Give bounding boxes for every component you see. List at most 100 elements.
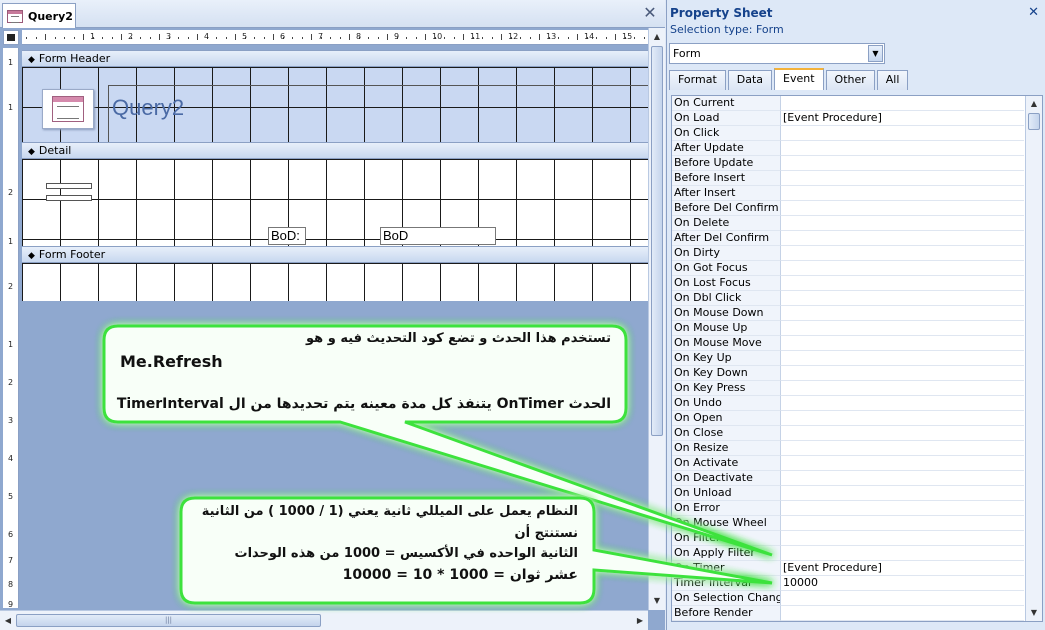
- property-value[interactable]: [781, 396, 1024, 411]
- property-value[interactable]: [781, 216, 1024, 231]
- property-row[interactable]: On Click: [672, 126, 1024, 141]
- property-value[interactable]: [781, 471, 1024, 486]
- property-row[interactable]: On Resize: [672, 441, 1024, 456]
- property-row[interactable]: Before Insert: [672, 171, 1024, 186]
- property-value[interactable]: [781, 171, 1024, 186]
- title-label-box[interactable]: Query2: [108, 85, 648, 143]
- property-value[interactable]: 10000: [781, 576, 1024, 591]
- property-row[interactable]: On Key Down: [672, 366, 1024, 381]
- property-value[interactable]: [781, 486, 1024, 501]
- property-row[interactable]: On Mouse Down: [672, 306, 1024, 321]
- property-row[interactable]: On Key Up: [672, 351, 1024, 366]
- property-row[interactable]: Timer Interval 10000: [672, 576, 1024, 591]
- property-row[interactable]: On Filter: [672, 531, 1024, 546]
- form-footer-section[interactable]: [22, 263, 648, 301]
- property-value[interactable]: [781, 261, 1024, 276]
- property-value[interactable]: [781, 501, 1024, 516]
- property-row[interactable]: Before Update: [672, 156, 1024, 171]
- tab-format[interactable]: Format: [669, 70, 726, 90]
- scroll-thumb[interactable]: [1028, 113, 1040, 130]
- tab-other[interactable]: Other: [825, 70, 875, 90]
- property-value[interactable]: [781, 276, 1024, 291]
- form-selector[interactable]: [3, 30, 19, 45]
- detail-control[interactable]: [46, 183, 92, 189]
- property-value[interactable]: [781, 156, 1024, 171]
- property-row[interactable]: On Current: [672, 96, 1024, 111]
- property-row[interactable]: After Update: [672, 141, 1024, 156]
- property-row[interactable]: After Insert: [672, 186, 1024, 201]
- close-icon[interactable]: ✕: [641, 3, 659, 23]
- section-bar-form-header[interactable]: ◆ Form Header: [22, 50, 648, 67]
- property-value[interactable]: [781, 306, 1024, 321]
- property-value[interactable]: [781, 246, 1024, 261]
- property-row[interactable]: On Activate: [672, 456, 1024, 471]
- property-row[interactable]: On Mouse Up: [672, 321, 1024, 336]
- tab-all[interactable]: All: [876, 70, 909, 90]
- property-value[interactable]: [781, 546, 1024, 561]
- property-value[interactable]: [781, 516, 1024, 531]
- scroll-down-icon[interactable]: ▼: [1026, 605, 1042, 621]
- property-row[interactable]: On Delete: [672, 216, 1024, 231]
- property-row[interactable]: On Got Focus: [672, 261, 1024, 276]
- property-value[interactable]: [781, 591, 1024, 606]
- property-value[interactable]: [781, 321, 1024, 336]
- close-icon[interactable]: ✕: [1028, 5, 1039, 20]
- document-tab-query2[interactable]: Query2: [2, 3, 76, 28]
- property-row[interactable]: Before Del Confirm: [672, 201, 1024, 216]
- property-value[interactable]: [781, 186, 1024, 201]
- scroll-down-icon[interactable]: ▼: [649, 593, 665, 609]
- property-value[interactable]: [781, 351, 1024, 366]
- property-value[interactable]: [781, 381, 1024, 396]
- chevron-down-icon[interactable]: ▼: [868, 45, 883, 62]
- property-row[interactable]: On Error: [672, 501, 1024, 516]
- scroll-thumb[interactable]: [651, 46, 663, 436]
- bod-label[interactable]: BoD:: [268, 227, 306, 245]
- detail-control[interactable]: [46, 195, 92, 201]
- property-value[interactable]: [Event Procedure]: [781, 111, 1024, 126]
- detail-section[interactable]: BoD: BoD: [22, 159, 648, 246]
- form-header-section[interactable]: Query2: [22, 67, 648, 144]
- property-row[interactable]: After Del Confirm: [672, 231, 1024, 246]
- property-value[interactable]: [781, 126, 1024, 141]
- property-value[interactable]: [781, 291, 1024, 306]
- property-row[interactable]: Before Render: [672, 606, 1024, 621]
- scroll-left-icon[interactable]: ◀: [0, 613, 16, 629]
- property-row[interactable]: On Apply Filter: [672, 546, 1024, 561]
- property-row[interactable]: On Timer [Event Procedure]: [672, 561, 1024, 576]
- property-value[interactable]: [781, 96, 1024, 111]
- property-row[interactable]: On Close: [672, 426, 1024, 441]
- property-value[interactable]: [781, 411, 1024, 426]
- tab-data[interactable]: Data: [727, 70, 773, 90]
- object-selector[interactable]: Form ▼: [669, 43, 885, 64]
- section-bar-form-footer[interactable]: ◆ Form Footer: [22, 246, 648, 263]
- property-value[interactable]: [Event Procedure]: [781, 561, 1024, 576]
- property-row[interactable]: On Load [Event Procedure]: [672, 111, 1024, 126]
- property-row[interactable]: On Mouse Move: [672, 336, 1024, 351]
- property-row[interactable]: On Key Press: [672, 381, 1024, 396]
- scroll-up-icon[interactable]: ▲: [649, 29, 665, 45]
- property-row[interactable]: On Deactivate: [672, 471, 1024, 486]
- property-value[interactable]: [781, 231, 1024, 246]
- property-row[interactable]: On Open: [672, 411, 1024, 426]
- property-value[interactable]: [781, 426, 1024, 441]
- scroll-right-icon[interactable]: ▶: [632, 613, 648, 629]
- designer-horizontal-scrollbar[interactable]: ◀ ||| ▶: [0, 610, 648, 630]
- property-value[interactable]: [781, 201, 1024, 216]
- bod-textbox[interactable]: BoD: [380, 227, 496, 245]
- property-value[interactable]: [781, 441, 1024, 456]
- property-row[interactable]: On Undo: [672, 396, 1024, 411]
- property-grid-scrollbar[interactable]: ▲ ▼: [1025, 96, 1042, 621]
- property-value[interactable]: [781, 366, 1024, 381]
- section-bar-detail[interactable]: ◆ Detail: [22, 142, 648, 159]
- property-row[interactable]: On Dbl Click: [672, 291, 1024, 306]
- property-value[interactable]: [781, 141, 1024, 156]
- property-row[interactable]: On Unload: [672, 486, 1024, 501]
- scroll-up-icon[interactable]: ▲: [1026, 96, 1042, 112]
- property-value[interactable]: [781, 456, 1024, 471]
- scroll-thumb[interactable]: |||: [16, 614, 321, 627]
- property-value[interactable]: [781, 606, 1024, 621]
- designer-vertical-scrollbar[interactable]: ▲ ▼: [648, 28, 665, 610]
- property-row[interactable]: On Dirty: [672, 246, 1024, 261]
- logo-image[interactable]: [42, 89, 94, 129]
- property-value[interactable]: [781, 531, 1024, 546]
